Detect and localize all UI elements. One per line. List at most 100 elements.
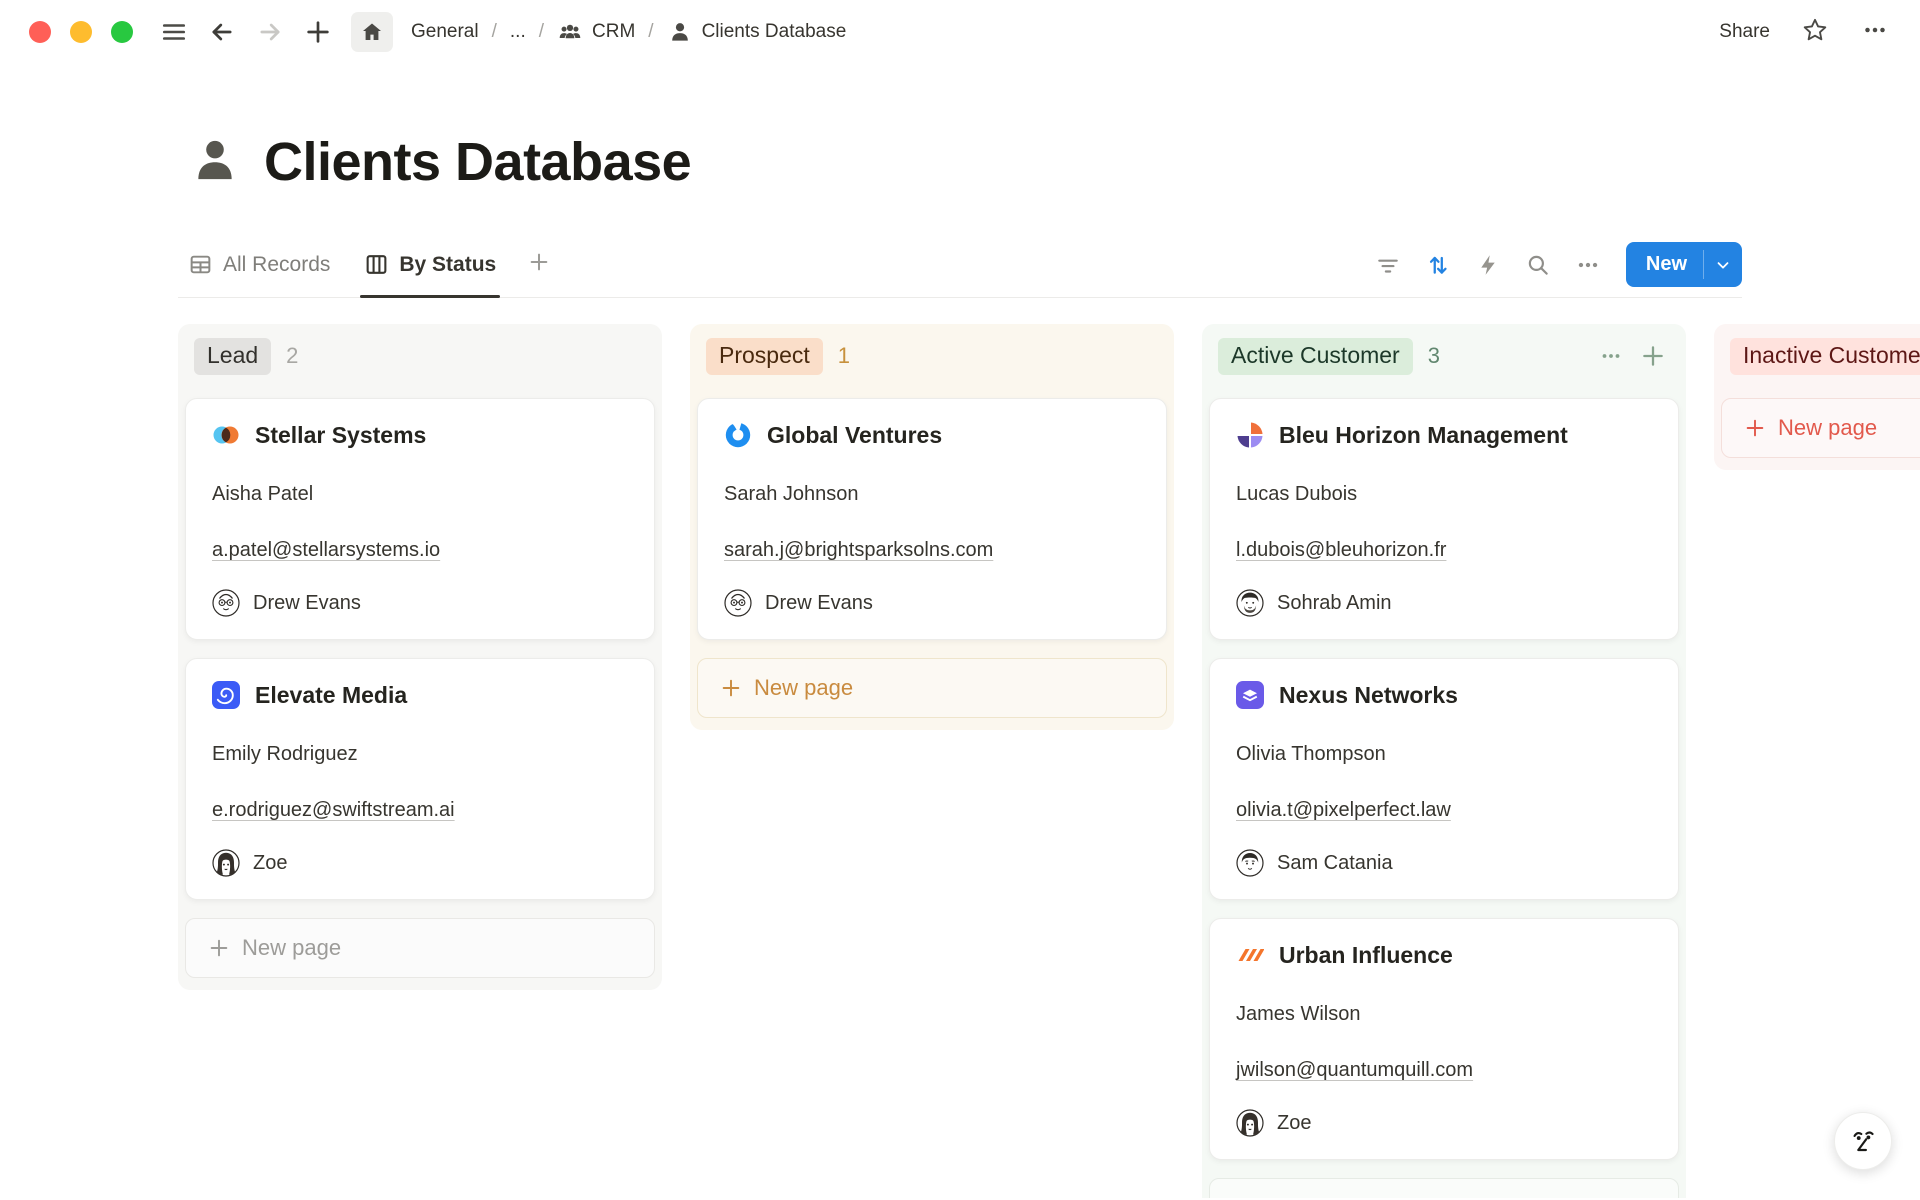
team-icon — [557, 19, 583, 45]
automations-lightning-icon[interactable] — [1468, 245, 1508, 285]
bleu-horizon-logo-icon — [1236, 421, 1264, 449]
card-contact-name: Sarah Johnson — [724, 481, 1140, 507]
sidebar-toggle-icon[interactable] — [159, 17, 189, 47]
breadcrumb-clients-database[interactable]: Clients Database — [661, 15, 853, 49]
view-tabs: All Records By Status — [178, 232, 558, 297]
view-more-icon[interactable] — [1568, 245, 1608, 285]
notion-window: General / ... / CRM / Clients Database S… — [0, 0, 1920, 1200]
breadcrumb-crm[interactable]: CRM — [551, 15, 641, 49]
column-lead: Lead 2 Stellar Systems Aisha Patel a.pat… — [178, 324, 662, 990]
card-company-name: Bleu Horizon Management — [1279, 422, 1568, 449]
new-tab-icon[interactable] — [303, 17, 333, 47]
card-owner-name: Sohrab Amin — [1277, 592, 1392, 615]
tab-all-records[interactable]: All Records — [178, 232, 340, 297]
card-stellar-systems[interactable]: Stellar Systems Aisha Patel a.patel@stel… — [185, 398, 655, 640]
column-active-customer-header: Active Customer 3 — [1209, 336, 1679, 376]
card-email-link[interactable]: l.dubois@bleuhorizon.fr — [1236, 539, 1446, 561]
card-email-link[interactable]: olivia.t@pixelperfect.law — [1236, 799, 1451, 821]
breadcrumb-separator: / — [648, 21, 653, 43]
table-icon — [188, 252, 213, 277]
window-close-button[interactable] — [29, 21, 51, 43]
card-company-name: Urban Influence — [1279, 942, 1453, 969]
card-email-link[interactable]: sarah.j@brightsparksolns.com — [724, 539, 993, 561]
titlebar-actions: Share — [1719, 15, 1890, 50]
card-elevate-media[interactable]: Elevate Media Emily Rodriguez e.rodrigue… — [185, 658, 655, 900]
column-prospect-header: Prospect 1 — [697, 336, 1167, 376]
plus-icon — [208, 937, 230, 959]
card-company-name: Elevate Media — [255, 682, 407, 709]
search-icon[interactable] — [1518, 245, 1558, 285]
column-more-icon[interactable] — [1594, 339, 1628, 373]
column-actions — [1594, 339, 1670, 373]
person-icon — [667, 19, 693, 45]
card-owner-name: Zoe — [253, 852, 287, 875]
back-icon[interactable] — [207, 17, 237, 47]
card-contact-name: Aisha Patel — [212, 481, 628, 507]
card-email-link[interactable]: e.rodriguez@swiftstream.ai — [212, 799, 455, 821]
stellar-systems-logo-icon — [212, 421, 240, 449]
card-owner-name: Sam Catania — [1277, 852, 1393, 875]
column-count: 1 — [838, 343, 850, 369]
board-icon — [364, 252, 389, 277]
card-urban-influence[interactable]: Urban Influence James Wilson jwilson@qua… — [1209, 918, 1679, 1160]
forward-icon[interactable] — [255, 17, 285, 47]
window-minimize-button[interactable] — [70, 21, 92, 43]
plus-icon — [720, 677, 742, 699]
card-contact-name: Lucas Dubois — [1236, 481, 1652, 507]
breadcrumb-general[interactable]: General — [405, 17, 485, 47]
views-row: All Records By Status — [178, 232, 1742, 298]
page-icon-person[interactable] — [188, 133, 242, 192]
status-tag-prospect[interactable]: Prospect — [706, 338, 823, 375]
column-prospect: Prospect 1 Global Ventures Sarah Johnson… — [690, 324, 1174, 730]
new-page-button[interactable] — [1209, 1178, 1679, 1198]
avatar-zoe — [1236, 1109, 1264, 1137]
window-zoom-button[interactable] — [111, 21, 133, 43]
column-count: 3 — [1428, 343, 1440, 369]
plus-icon — [1744, 417, 1766, 439]
favorite-star-icon[interactable] — [1800, 15, 1830, 50]
status-tag-inactive-customer[interactable]: Inactive Customer — [1730, 338, 1920, 375]
urban-influence-logo-icon — [1236, 941, 1264, 969]
home-icon[interactable] — [351, 12, 393, 52]
more-options-icon[interactable] — [1860, 15, 1890, 50]
column-inactive-customer-header: Inactive Customer — [1721, 336, 1920, 376]
card-owner-name: Drew Evans — [765, 592, 873, 615]
card-owner-name: Zoe — [1277, 1112, 1311, 1135]
add-view-icon[interactable] — [520, 249, 558, 280]
status-tag-active-customer[interactable]: Active Customer — [1218, 338, 1413, 375]
column-lead-header: Lead 2 — [185, 336, 655, 376]
new-page-button[interactable]: New page — [1721, 398, 1920, 458]
sort-icon[interactable] — [1418, 245, 1458, 285]
titlebar: General / ... / CRM / Clients Database S… — [0, 0, 1920, 64]
card-contact-name: Emily Rodriguez — [212, 741, 628, 767]
notion-ai-face-button[interactable] — [1834, 1112, 1892, 1170]
new-record-label: New — [1626, 242, 1703, 287]
card-company-name: Stellar Systems — [255, 422, 426, 449]
column-add-card-icon[interactable] — [1636, 339, 1670, 373]
card-bleu-horizon-management[interactable]: Bleu Horizon Management Lucas Dubois l.d… — [1209, 398, 1679, 640]
card-owner-name: Drew Evans — [253, 592, 361, 615]
new-page-button[interactable]: New page — [697, 658, 1167, 718]
breadcrumb-separator: / — [492, 21, 497, 43]
card-global-ventures[interactable]: Global Ventures Sarah Johnson sarah.j@br… — [697, 398, 1167, 640]
page-title[interactable]: Clients Database — [264, 131, 691, 193]
filter-icon[interactable] — [1368, 245, 1408, 285]
card-company-name: Nexus Networks — [1279, 682, 1458, 709]
new-record-dropdown-chevron-icon[interactable] — [1704, 242, 1742, 287]
card-company-name: Global Ventures — [767, 422, 942, 449]
card-contact-name: Olivia Thompson — [1236, 741, 1652, 767]
global-ventures-logo-icon — [724, 421, 752, 449]
column-active-customer: Active Customer 3 Bleu Horizon Mana — [1202, 324, 1686, 1198]
breadcrumb-separator: / — [539, 21, 544, 43]
new-record-button[interactable]: New — [1626, 242, 1742, 287]
nexus-networks-logo-icon — [1236, 681, 1264, 709]
card-email-link[interactable]: a.patel@stellarsystems.io — [212, 539, 440, 561]
tab-by-status[interactable]: By Status — [354, 232, 506, 297]
new-page-button[interactable]: New page — [185, 918, 655, 978]
status-tag-lead[interactable]: Lead — [194, 338, 271, 375]
share-button[interactable]: Share — [1719, 21, 1770, 43]
breadcrumb-collapsed[interactable]: ... — [504, 17, 532, 47]
card-email-link[interactable]: jwilson@quantumquill.com — [1236, 1059, 1473, 1081]
avatar-sohrab-amin — [1236, 589, 1264, 617]
card-nexus-networks[interactable]: Nexus Networks Olivia Thompson olivia.t@… — [1209, 658, 1679, 900]
